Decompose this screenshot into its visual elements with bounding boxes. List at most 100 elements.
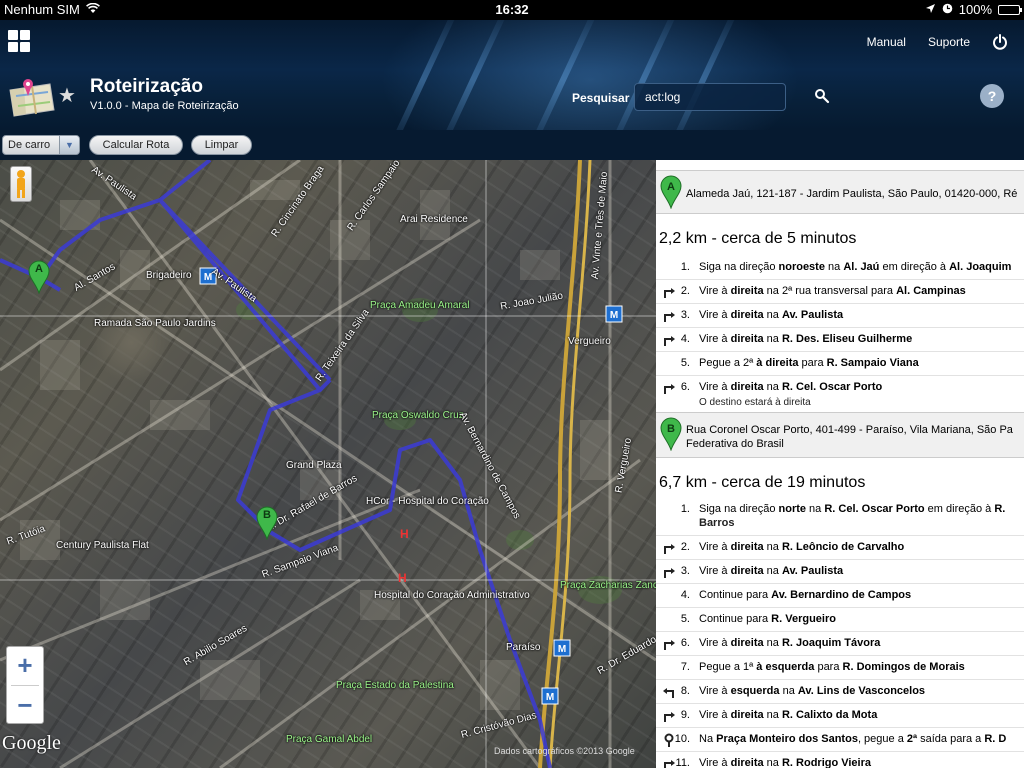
step-instruction: Vire à direita na R. Cel. Oscar Porto [699, 381, 882, 393]
route-end-marker[interactable]: B [256, 506, 278, 541]
step-emphasis: Al. Joaquim [949, 261, 1012, 273]
direction-step[interactable]: 6. Vire à direita na R. Joaquim Távora [656, 632, 1024, 656]
map-label: Praça Gamal Abdel [286, 734, 373, 745]
step-emphasis: R. Des. Eliseu Guilherme [781, 333, 913, 345]
chevron-down-icon: ▼ [59, 136, 79, 154]
apps-grid-icon[interactable] [8, 30, 30, 52]
step-text: na [806, 503, 825, 515]
step-emphasis: à esquerda [756, 661, 815, 673]
step-emphasis: à direita [756, 357, 799, 369]
manual-link[interactable]: Manual [867, 35, 906, 49]
direction-step[interactable]: 11. Vire à direita na R. Rodrigo Vieira [656, 752, 1024, 768]
calculate-route-button[interactable]: Calcular Rota [89, 135, 183, 155]
step-text: na [763, 381, 782, 393]
step-text: Vire à [699, 637, 731, 649]
waypoint-address-line2: Federativa do Brasil [686, 438, 784, 450]
step-emphasis: R. [994, 503, 1006, 515]
step-instruction: Vire à direita na Av. Paulista [699, 309, 843, 321]
zoom-in-button[interactable]: + [7, 647, 43, 685]
marker-letter: A [35, 263, 43, 275]
step-emphasis: Av. Lins de Vasconcelos [797, 685, 926, 697]
step-emphasis: Praça Monteiro dos Santos [716, 733, 858, 745]
clear-button[interactable]: Limpar [191, 135, 252, 155]
step-text: Siga na direção [699, 261, 779, 273]
direction-step[interactable]: 1. Siga na direção norte na R. Cel. Oscar… [656, 498, 1024, 536]
direction-step[interactable]: 8. Vire à esquerda na Av. Lins de Vasconc… [656, 680, 1024, 704]
direction-step[interactable]: 1. Siga na direção noroeste na Al. Jaú em… [656, 256, 1024, 280]
step-instruction: Vire à esquerda na Av. Lins de Vasconcel… [699, 685, 925, 697]
step-text: Vire à [699, 757, 731, 768]
travel-mode-select[interactable]: De carro ▼ [2, 135, 80, 155]
direction-step[interactable]: 5. Continue para R. Vergueiro [656, 608, 1024, 632]
step-text: na [763, 565, 782, 577]
waypoint-marker-icon: B [660, 417, 682, 452]
step-text: Vire à [699, 709, 731, 721]
direction-step[interactable]: 3. Vire à direita na Av. Paulista [656, 560, 1024, 584]
direction-step[interactable]: 10. Na Praça Monteiro dos Santos, pegue a… [656, 728, 1024, 752]
step-instruction-line2: Barros [699, 517, 735, 529]
street-view-pegman-icon[interactable] [10, 166, 32, 202]
location-arrow-icon [925, 2, 936, 17]
direction-step[interactable]: 9. Vire à direita na R. Calixto da Mota [656, 704, 1024, 728]
battery-icon [998, 4, 1022, 15]
step-text: na [763, 541, 782, 553]
map-label: Praça Zacharias Zanchetta Molina [560, 580, 656, 591]
zoom-out-button[interactable]: − [7, 687, 43, 725]
step-emphasis: direita [730, 381, 764, 393]
route-summary: 2,2 km - cerca de 5 minutos [659, 230, 857, 247]
power-icon[interactable] [992, 34, 1008, 50]
step-emphasis: R. Rodrigo Vieira [781, 757, 872, 768]
direction-step[interactable]: 5. Pegue a 2ª à direita para R. Sampaio V… [656, 352, 1024, 376]
step-instruction: Pegue a 1ª à esquerda para R. Domingos d… [699, 661, 965, 673]
step-number: 6. [680, 637, 690, 649]
step-emphasis: direita [730, 637, 764, 649]
marker-letter: B [263, 509, 271, 521]
route-start-marker[interactable]: A [28, 260, 50, 295]
direction-step[interactable]: 3. Vire à direita na Av. Paulista [656, 304, 1024, 328]
search-icon[interactable] [814, 88, 830, 104]
step-text: Siga na direção [699, 503, 779, 515]
step-emphasis: direita [730, 309, 764, 321]
map-label: Paraíso [506, 642, 541, 653]
step-text: Continue para [699, 589, 772, 601]
google-logo: Google [2, 732, 61, 754]
search-input[interactable] [634, 83, 786, 111]
map-label: Vergueiro [568, 336, 611, 347]
help-button[interactable]: ? [980, 84, 1004, 108]
map-attribution: Dados cartográficos ©2013 Google [494, 746, 635, 756]
map-label: Arai Residence [400, 214, 468, 225]
step-text: na 2ª rua transversal para [763, 285, 897, 297]
step-text: Na [699, 733, 717, 745]
step-emphasis: Al. Jaú [843, 261, 880, 273]
satellite-map[interactable]: M M M M HH Av. Paulista Av. Paulista R. … [0, 160, 656, 768]
step-number: 3. [680, 309, 690, 321]
favorite-star-icon[interactable]: ★ [58, 86, 76, 106]
step-emphasis: norte [778, 503, 807, 515]
step-instruction: Siga na direção noroeste na Al. Jaú em d… [699, 261, 1011, 273]
svg-text:A: A [667, 181, 675, 193]
step-emphasis: Av. Bernardino de Campos [771, 589, 912, 601]
direction-step[interactable]: 4. Vire à direita na R. Des. Eliseu Guilh… [656, 328, 1024, 352]
direction-step[interactable]: 7. Pegue a 1ª à esquerda para R. Domingos… [656, 656, 1024, 680]
step-text: na [763, 309, 782, 321]
map-label: Praça Oswaldo Cruz [372, 410, 464, 421]
step-emphasis: Av. Paulista [781, 565, 844, 577]
direction-step[interactable]: 2. Vire à direita na 2ª rua transversal p… [656, 280, 1024, 304]
step-emphasis: direita [730, 709, 764, 721]
direction-step[interactable]: 2. Vire à direita na R. Leôncio de Carval… [656, 536, 1024, 560]
directions-panel: A Alameda Jaú, 121-187 - Jardim Paulista… [656, 160, 1024, 768]
map-label: Praça Estado da Palestina [336, 680, 454, 691]
step-number: 3. [680, 565, 690, 577]
direction-step[interactable]: 6. Vire à direita na R. Cel. Oscar Porto O… [656, 376, 1024, 414]
step-emphasis: R. Leôncio de Carvalho [781, 541, 905, 553]
step-number: 8. [680, 685, 690, 697]
map-label: Praça Amadeu Amaral [370, 300, 470, 311]
support-link[interactable]: Suporte [928, 35, 970, 49]
step-text: saída para a [917, 733, 985, 745]
direction-step[interactable]: 4. Continue para Av. Bernardino de Campos [656, 584, 1024, 608]
svg-text:M: M [610, 310, 618, 321]
step-text: Vire à [699, 333, 731, 345]
step-emphasis: 2ª [906, 733, 918, 745]
travel-mode-value: De carro [8, 139, 51, 151]
app-header: Manual Suporte ★ Roteirização V1.0.0 - M… [0, 20, 1024, 130]
